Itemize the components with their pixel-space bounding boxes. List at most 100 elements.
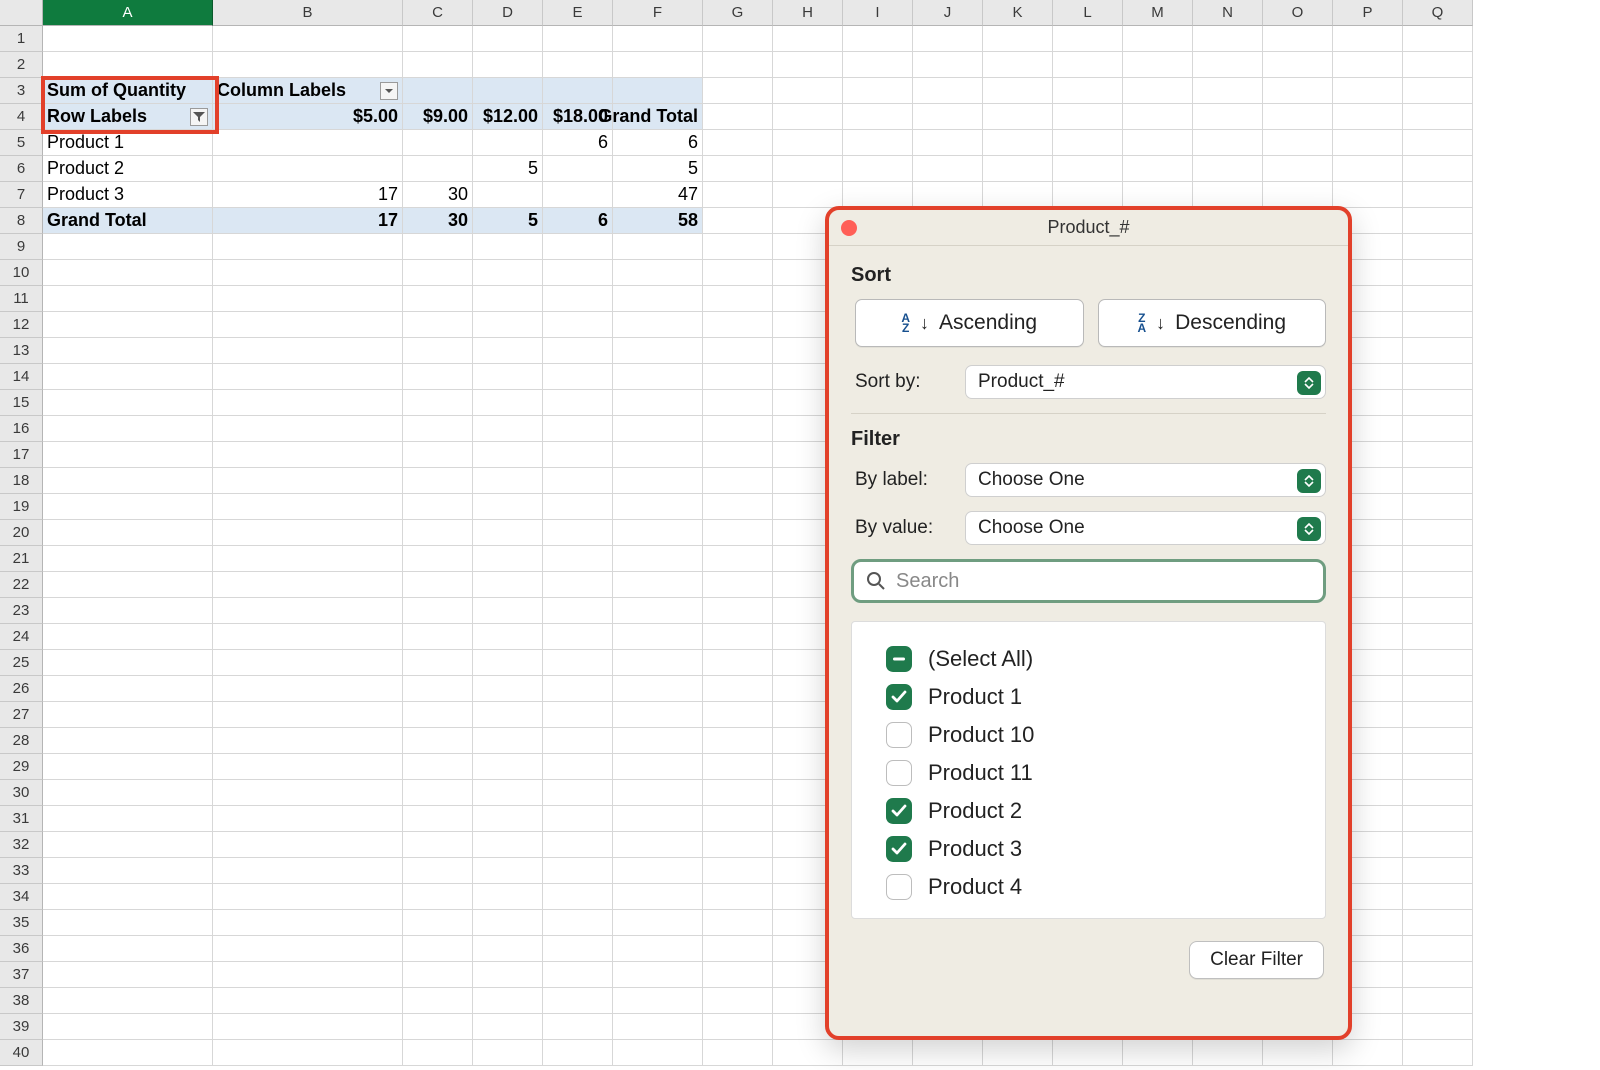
cell[interactable] <box>43 884 213 910</box>
cell[interactable] <box>703 364 773 390</box>
cell[interactable] <box>1263 130 1333 156</box>
cell[interactable] <box>703 312 773 338</box>
cell[interactable] <box>213 312 403 338</box>
cell[interactable] <box>543 442 613 468</box>
cell[interactable] <box>613 754 703 780</box>
row-header-38[interactable]: 38 <box>0 988 43 1014</box>
cell[interactable] <box>403 624 473 650</box>
cell[interactable] <box>1123 104 1193 130</box>
cell[interactable] <box>1403 364 1473 390</box>
cell[interactable] <box>213 780 403 806</box>
column-header-C[interactable]: C <box>403 0 473 26</box>
cell[interactable] <box>703 572 773 598</box>
row-header-14[interactable]: 14 <box>0 364 43 390</box>
cell[interactable] <box>773 78 843 104</box>
cell[interactable] <box>703 624 773 650</box>
cell[interactable] <box>213 234 403 260</box>
cell[interactable] <box>703 104 773 130</box>
cell[interactable] <box>403 702 473 728</box>
row-header-12[interactable]: 12 <box>0 312 43 338</box>
cell[interactable]: Product 2 <box>43 156 213 182</box>
cell[interactable] <box>473 806 543 832</box>
cell[interactable] <box>1333 130 1403 156</box>
cell[interactable] <box>543 806 613 832</box>
cell[interactable] <box>43 988 213 1014</box>
cell[interactable] <box>473 832 543 858</box>
close-icon[interactable] <box>841 220 857 236</box>
filter-item[interactable]: Product 4 <box>886 868 1307 906</box>
cell[interactable] <box>213 26 403 52</box>
cell[interactable] <box>403 676 473 702</box>
cell[interactable] <box>213 130 403 156</box>
cell[interactable] <box>403 338 473 364</box>
cell[interactable] <box>703 130 773 156</box>
cell[interactable] <box>1333 52 1403 78</box>
cell[interactable] <box>1123 52 1193 78</box>
cell[interactable] <box>403 962 473 988</box>
cell[interactable] <box>613 494 703 520</box>
cell[interactable] <box>543 468 613 494</box>
cell[interactable] <box>843 156 913 182</box>
cell[interactable] <box>43 468 213 494</box>
cell[interactable] <box>543 312 613 338</box>
cell[interactable] <box>1333 182 1403 208</box>
by-label-select[interactable]: Choose One <box>965 463 1326 497</box>
cell[interactable] <box>1193 156 1263 182</box>
cell[interactable] <box>843 130 913 156</box>
column-header-M[interactable]: M <box>1123 0 1193 26</box>
cell[interactable] <box>1053 182 1123 208</box>
cell[interactable] <box>613 520 703 546</box>
cell[interactable] <box>913 104 983 130</box>
cell[interactable]: Column Labels <box>213 78 403 104</box>
cell[interactable] <box>1403 468 1473 494</box>
cell[interactable] <box>843 78 913 104</box>
cell[interactable] <box>1403 182 1473 208</box>
cell[interactable] <box>473 520 543 546</box>
cell[interactable] <box>403 988 473 1014</box>
row-header-28[interactable]: 28 <box>0 728 43 754</box>
cell[interactable]: 17 <box>213 208 403 234</box>
cell[interactable] <box>913 78 983 104</box>
row-header-34[interactable]: 34 <box>0 884 43 910</box>
filter-item[interactable]: Product 3 <box>886 830 1307 868</box>
cell[interactable] <box>613 338 703 364</box>
row-header-22[interactable]: 22 <box>0 572 43 598</box>
cell[interactable] <box>43 338 213 364</box>
cell[interactable] <box>913 52 983 78</box>
cell[interactable] <box>473 1040 543 1066</box>
cell[interactable] <box>613 312 703 338</box>
cell[interactable] <box>1403 780 1473 806</box>
cell[interactable] <box>543 598 613 624</box>
cell[interactable] <box>213 962 403 988</box>
cell[interactable] <box>983 130 1053 156</box>
cell[interactable] <box>1193 26 1263 52</box>
cell[interactable] <box>1123 130 1193 156</box>
row-header-2[interactable]: 2 <box>0 52 43 78</box>
cell[interactable] <box>543 962 613 988</box>
cell[interactable] <box>1403 988 1473 1014</box>
cell[interactable]: 30 <box>403 182 473 208</box>
cell[interactable] <box>1403 442 1473 468</box>
cell[interactable] <box>473 390 543 416</box>
cell[interactable] <box>1123 26 1193 52</box>
cell[interactable] <box>703 494 773 520</box>
cell[interactable] <box>403 390 473 416</box>
cell[interactable] <box>703 182 773 208</box>
cell[interactable]: 6 <box>543 208 613 234</box>
cell[interactable] <box>703 390 773 416</box>
cell[interactable] <box>1403 832 1473 858</box>
cell[interactable] <box>1053 78 1123 104</box>
cell[interactable] <box>213 572 403 598</box>
cell[interactable] <box>1193 130 1263 156</box>
cell[interactable] <box>213 598 403 624</box>
cell[interactable] <box>473 728 543 754</box>
cell[interactable] <box>1403 806 1473 832</box>
cell[interactable] <box>213 832 403 858</box>
checkbox-unchecked[interactable] <box>886 760 912 786</box>
cell[interactable] <box>473 650 543 676</box>
cell[interactable] <box>543 78 613 104</box>
cell[interactable] <box>613 650 703 676</box>
cell[interactable] <box>473 260 543 286</box>
cell[interactable] <box>613 52 703 78</box>
cell[interactable] <box>613 884 703 910</box>
